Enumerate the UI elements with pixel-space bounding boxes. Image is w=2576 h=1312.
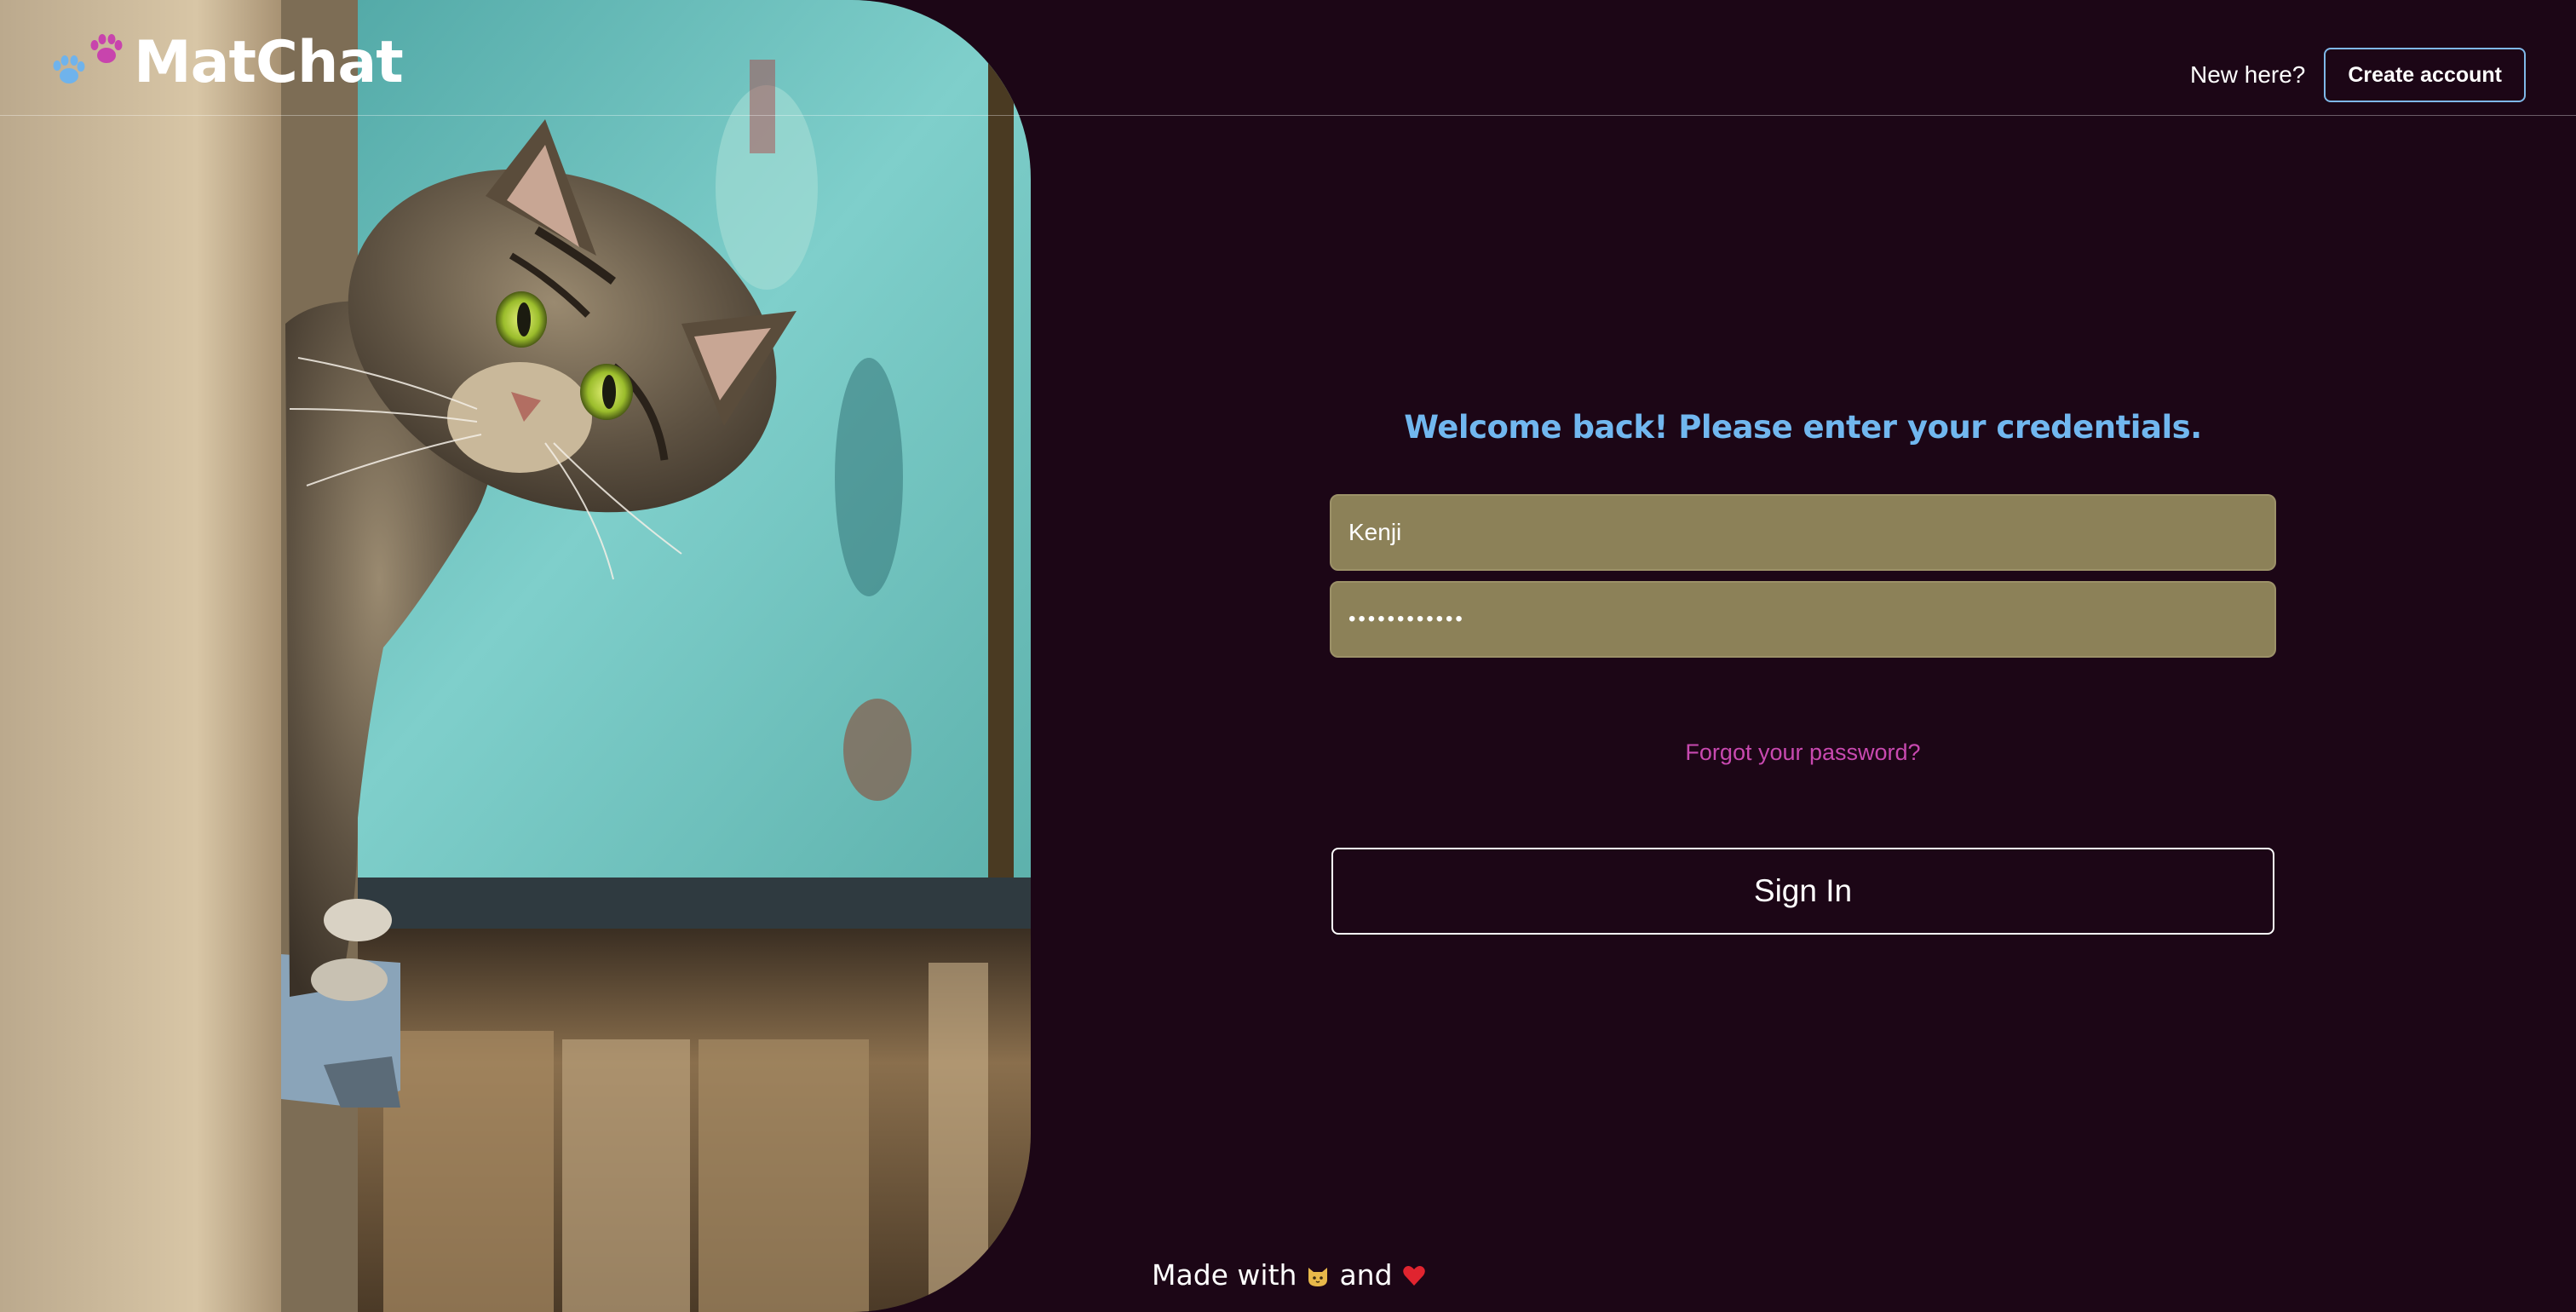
- header-actions: New here? Create account: [2190, 48, 2526, 102]
- login-form: Welcome back! Please enter your credenti…: [1330, 400, 2276, 935]
- cat-face-icon: [1305, 1263, 1331, 1288]
- sign-in-button[interactable]: Sign In: [1331, 848, 2274, 935]
- footer-made-with-text: Made with: [1152, 1258, 1297, 1292]
- username-input[interactable]: [1330, 494, 2276, 571]
- footer-and-text: and: [1339, 1258, 1393, 1292]
- cat-photo-illustration: [0, 0, 1031, 1312]
- brand-name: MatChat: [134, 28, 404, 96]
- paw-prints-icon: [53, 34, 123, 83]
- create-account-button[interactable]: Create account: [2324, 48, 2526, 102]
- brand-logo[interactable]: MatChat: [47, 24, 404, 101]
- footer-credit: Made with and: [1152, 1258, 1435, 1292]
- new-here-text: New here?: [2189, 61, 2306, 88]
- login-title: Welcome back! Please enter your credenti…: [1404, 409, 2202, 446]
- forgot-password-link[interactable]: Forgot your password?: [1330, 739, 2276, 766]
- heart-icon: [1401, 1263, 1427, 1288]
- password-input[interactable]: [1330, 581, 2276, 658]
- login-page: MatChat New here? Create account Welcome…: [0, 0, 2576, 1312]
- header-divider: [0, 115, 2576, 116]
- hero-cat-image: [0, 0, 1031, 1312]
